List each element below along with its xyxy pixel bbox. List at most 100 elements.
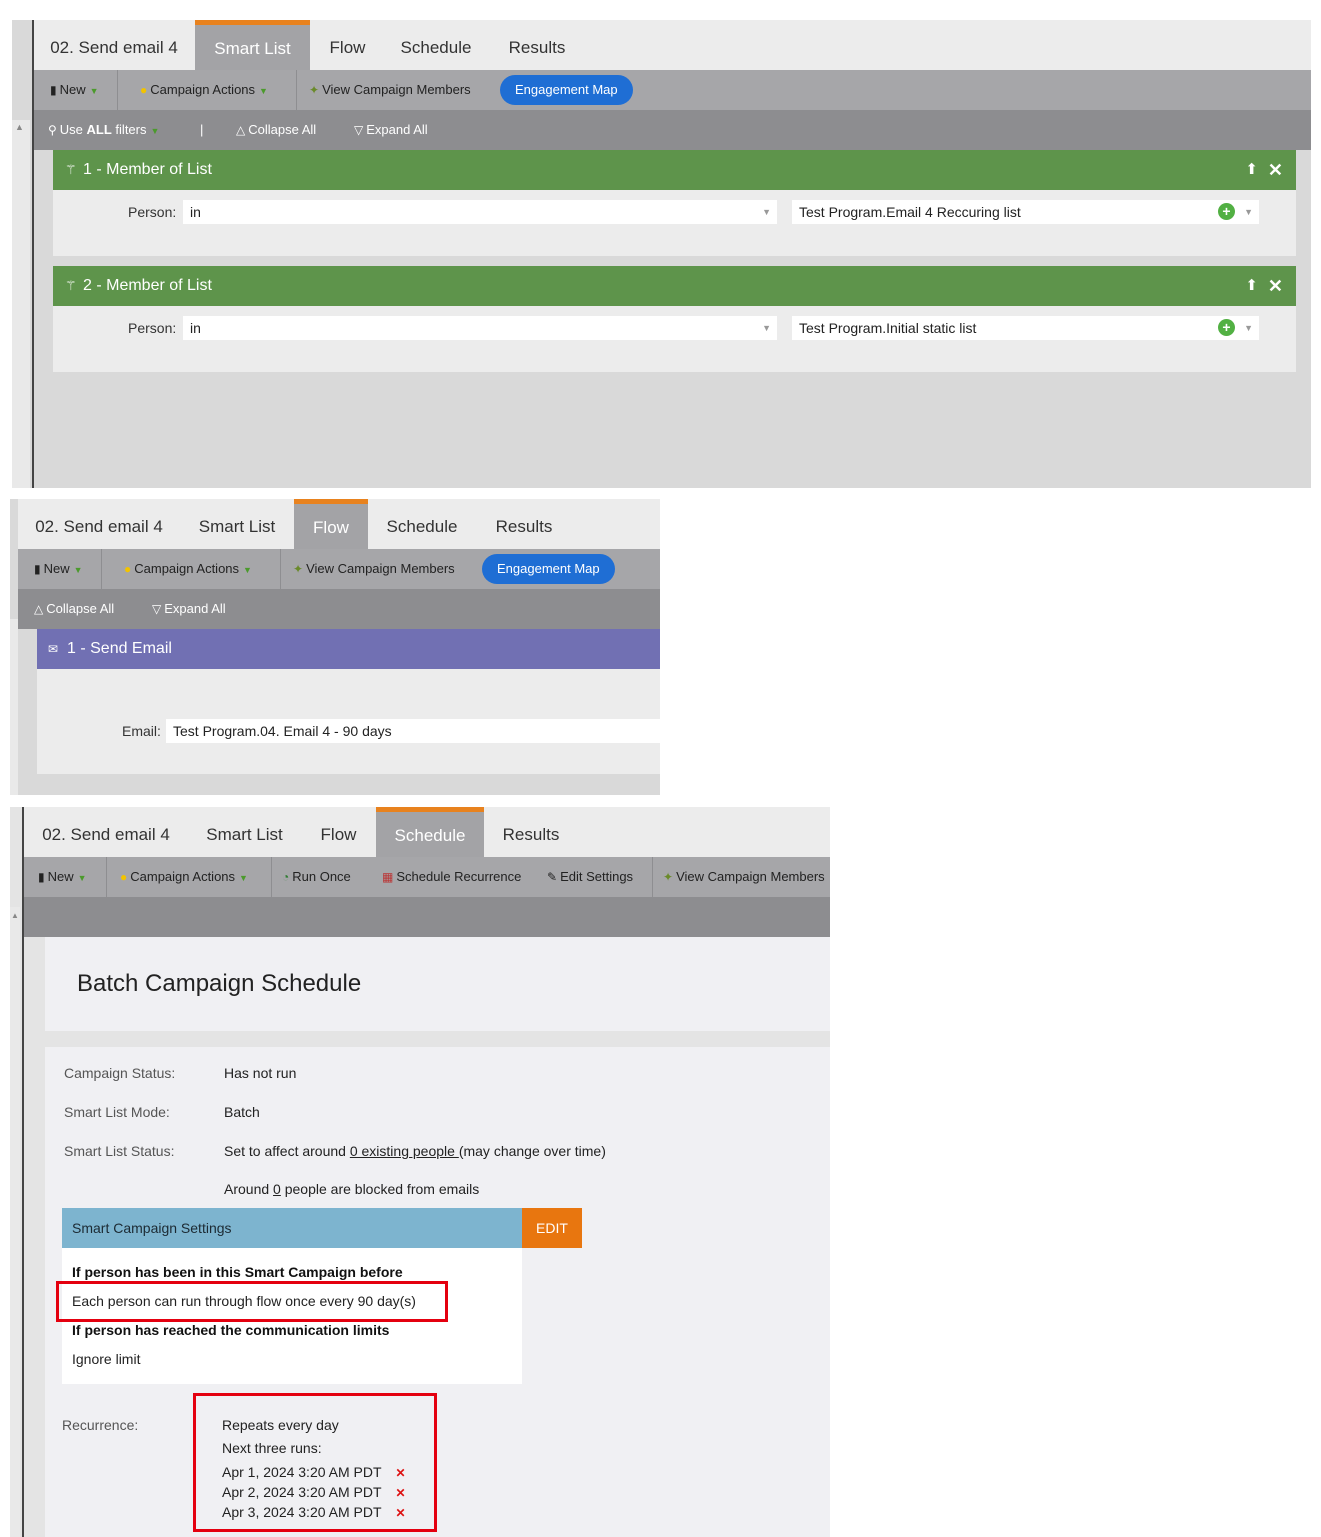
move-up-icon[interactable]: ⬆ xyxy=(1245,266,1258,306)
flow-step-body: Email: Test Program.04. Email 4 - 90 day… xyxy=(37,669,660,774)
expand-all-button[interactable]: ▽ Expand All xyxy=(354,110,428,150)
new-button[interactable]: ▮ New ▼ xyxy=(50,70,99,110)
flow-panel: 02. Send email 4 Smart List Flow Schedul… xyxy=(10,499,660,795)
toolbar-separator xyxy=(280,549,281,589)
tab-schedule[interactable]: Schedule xyxy=(368,499,476,549)
tab-flow[interactable]: Flow xyxy=(294,499,368,549)
calendar-icon: ▦ xyxy=(382,870,394,884)
recurrence-label: Recurrence: xyxy=(62,1417,139,1433)
blocked-people-text: Around 0 people are blocked from emails xyxy=(224,1181,479,1197)
tab-results[interactable]: Results xyxy=(484,807,578,857)
add-icon[interactable]: + xyxy=(1218,203,1235,220)
filter-header[interactable]: ⚚ 1 - Member of List ⬆ ✕ xyxy=(53,150,1296,190)
collapse-all-button[interactable]: △ Collapse All xyxy=(34,589,114,629)
rule2-value: Ignore limit xyxy=(72,1351,141,1367)
person-label: Person: xyxy=(128,204,177,220)
tab-schedule[interactable]: Schedule xyxy=(376,807,484,857)
expand-all-label: Expand All xyxy=(164,601,226,616)
scroll-track[interactable] xyxy=(10,907,20,1537)
view-campaign-members-button[interactable]: ✦ View Campaign Members xyxy=(293,549,455,589)
schedule-panel: 02. Send email 4 Smart List Flow Schedul… xyxy=(10,807,830,1537)
view-campaign-members-button[interactable]: ✦ View Campaign Members xyxy=(663,857,825,897)
schedule-recurrence-button[interactable]: ▦ Schedule Recurrence xyxy=(382,857,521,897)
lightbulb-icon: ● xyxy=(120,870,128,884)
document-icon: ▮ xyxy=(34,562,41,576)
filter-header[interactable]: ⚚ 2 - Member of List ⬆ ✕ xyxy=(53,266,1296,306)
view-campaign-members-button[interactable]: ✦ View Campaign Members xyxy=(309,70,471,110)
tab-smart-list[interactable]: Smart List xyxy=(188,807,301,857)
filter-body: Person: in ▼ Test Program.Initial static … xyxy=(53,306,1296,372)
list-select[interactable]: Test Program.Initial static list + ▼ xyxy=(792,316,1259,340)
add-icon[interactable]: + xyxy=(1218,319,1235,336)
expand-all-button[interactable]: ▽ Expand All xyxy=(152,589,226,629)
tab-flow[interactable]: Flow xyxy=(301,807,376,857)
tab-bar: 02. Send email 4 Smart List Flow Schedul… xyxy=(33,20,1311,70)
tab-bar: 02. Send email 4 Smart List Flow Schedul… xyxy=(24,807,830,857)
tab-results[interactable]: Results xyxy=(487,20,587,70)
smart-list-mode-label: Smart List Mode: xyxy=(64,1104,170,1120)
tab-schedule[interactable]: Schedule xyxy=(385,20,487,70)
scroll-track[interactable] xyxy=(10,619,18,795)
toolbar: ▮ New ▼ ● Campaign Actions ▼ ◔ Run Once ▦ Sche… xyxy=(24,857,830,897)
blocked-people-link[interactable]: 0 xyxy=(273,1181,281,1197)
document-icon: ▮ xyxy=(50,83,57,97)
engagement-map-button[interactable]: Engagement Map xyxy=(482,554,615,584)
tab-smart-list[interactable]: Smart List xyxy=(195,20,310,70)
engagement-map-button[interactable]: Engagement Map xyxy=(500,75,633,105)
scroll-up-icon[interactable]: ▲ xyxy=(15,122,24,132)
chevron-down-icon: ▼ xyxy=(89,86,99,96)
collapse-all-button[interactable]: △ Collapse All xyxy=(236,110,316,150)
email-select[interactable]: Test Program.04. Email 4 - 90 days xyxy=(166,719,660,743)
existing-people-link[interactable]: 0 existing people xyxy=(350,1143,459,1159)
new-button[interactable]: ▮ New ▼ xyxy=(34,549,83,589)
tab-results[interactable]: Results xyxy=(476,499,572,549)
collapse-all-label: Collapse All xyxy=(248,122,317,137)
tab-bar: 02. Send email 4 Smart List Flow Schedul… xyxy=(18,499,660,549)
scroll-track[interactable] xyxy=(12,120,30,488)
rule1-heading: If person has been in this Smart Campaig… xyxy=(72,1264,403,1280)
operator-select[interactable]: in ▼ xyxy=(183,316,777,340)
edit-button[interactable]: EDIT xyxy=(522,1208,582,1248)
scroll-up-icon[interactable]: ▲ xyxy=(11,911,19,920)
tab-campaign-name[interactable]: 02. Send email 4 xyxy=(18,499,180,549)
campaign-actions-button[interactable]: ● Campaign Actions ▼ xyxy=(124,549,252,589)
campaign-actions-button[interactable]: ● Campaign Actions ▼ xyxy=(120,857,248,897)
chevron-down-icon: ▼ xyxy=(243,565,252,575)
edit-icon: ✎ xyxy=(547,870,558,884)
expand-icon: ▽ xyxy=(152,602,162,616)
schedule-details: Campaign Status: Has not run Smart List … xyxy=(45,1047,830,1537)
close-icon[interactable]: ✕ xyxy=(1268,266,1283,306)
new-label: New xyxy=(59,82,86,97)
toolbar-separator xyxy=(101,549,102,589)
flow-step-header[interactable]: ✉ 1 - Send Email xyxy=(37,629,660,669)
tab-smart-list[interactable]: Smart List xyxy=(180,499,294,549)
run-once-button[interactable]: ◔ Run Once xyxy=(282,857,351,897)
close-icon[interactable]: ✕ xyxy=(1268,150,1283,190)
expand-all-label: Expand All xyxy=(366,122,428,137)
campaign-actions-button[interactable]: ● Campaign Actions ▼ xyxy=(140,70,268,110)
chevron-down-icon: ▼ xyxy=(73,565,83,575)
chevron-down-icon: ▼ xyxy=(762,323,771,333)
edit-settings-button[interactable]: ✎ Edit Settings xyxy=(547,857,633,897)
campaign-status-value: Has not run xyxy=(224,1065,297,1081)
use-all-filters-button[interactable]: ⚲ Use ALL filters ▼ xyxy=(48,110,159,150)
list-select[interactable]: Test Program.Email 4 Reccuring list + ▼ xyxy=(792,200,1259,224)
blocked-pre: Around xyxy=(224,1181,274,1197)
list-value: Test Program.Initial static list xyxy=(799,320,977,336)
tab-flow[interactable]: Flow xyxy=(310,20,385,70)
view-members-label: View Campaign Members xyxy=(306,561,455,576)
tab-campaign-name[interactable]: 02. Send email 4 xyxy=(24,807,188,857)
view-members-label: View Campaign Members xyxy=(322,82,471,97)
flow-step-title: 1 - Send Email xyxy=(67,640,172,657)
campaign-actions-label: Campaign Actions xyxy=(130,869,236,884)
new-label: New xyxy=(43,561,70,576)
tab-campaign-name[interactable]: 02. Send email 4 xyxy=(33,20,195,70)
filter-title: 1 - Member of List xyxy=(83,161,212,178)
move-up-icon[interactable]: ⬆ xyxy=(1245,150,1258,190)
operator-select[interactable]: in ▼ xyxy=(183,200,777,224)
use-all-suffix: filters xyxy=(111,122,147,137)
operator-value: in xyxy=(190,320,201,336)
smart-list-mode-value: Batch xyxy=(224,1104,260,1120)
new-button[interactable]: ▮ New ▼ xyxy=(38,857,87,897)
campaign-actions-label: Campaign Actions xyxy=(134,561,240,576)
